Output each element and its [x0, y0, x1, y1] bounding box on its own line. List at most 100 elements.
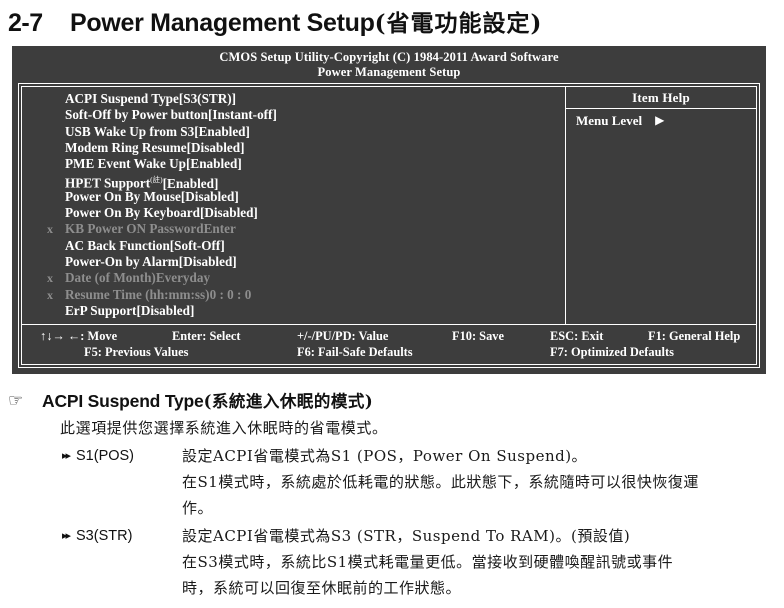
bios-option-value[interactable]: [Enabled] [186, 156, 242, 172]
bios-option-row[interactable]: ACPI Suspend Type [S3(STR)] [22, 91, 565, 107]
key-legend-item: ESC: Exit [550, 329, 604, 343]
bios-option-label: USB Wake Up from S3 [62, 124, 194, 140]
bios-frame-inner: ACPI Suspend Type [S3(STR)] Soft-Off by Po… [21, 86, 757, 365]
item-help-panel: Item Help Menu Level ▶ [565, 87, 756, 324]
bios-option-value[interactable]: Enter [204, 221, 236, 237]
explanation-section: ☞ ACPI Suspend Type(系統進入休眠的模式) 此選項提供您選擇系… [0, 388, 784, 601]
double-arrow-bullet-icon: ▸▸ [62, 530, 71, 542]
key-legend-item: ↑↓→ ←: Move [40, 329, 118, 343]
bios-option-row[interactable]: x Resume Time (hh:mm:ss) 0 : 0 : 0 [22, 287, 565, 303]
key-legend-row-2: F5: Previous Values F6: Fail-Safe Default… [22, 344, 756, 360]
bios-option-label: Modem Ring Resume [62, 140, 187, 156]
bios-screen-name: Power Management Setup [317, 64, 461, 79]
explanation-item-line: 在S1模式時，系統處於低耗電的狀態。此狀態下，系統隨時可以很快恢復運作。 [182, 473, 699, 517]
bios-option-label-text: AC Back Function [65, 237, 170, 253]
explanation-item-text: 設定ACPI省電模式為S1 (POS，Power On Suspend)。在S1… [182, 443, 702, 521]
bios-option-label-text: Power On By Mouse [65, 188, 181, 204]
bios-option-row[interactable]: x KB Power ON Password Enter [22, 221, 565, 237]
bios-body: ACPI Suspend Type [S3(STR)] Soft-Off by Po… [22, 87, 756, 325]
explanation-item-key: S3(STR) [76, 528, 133, 544]
chevron-right-icon: ▶ [655, 113, 665, 127]
bios-option-value[interactable]: [Disabled] [187, 140, 245, 156]
bios-option-row[interactable]: Modem Ring Resume [Disabled] [22, 140, 565, 156]
bios-option-label: Date (of Month) [62, 270, 156, 286]
explanation-item-line: 在S3模式時，系統比S1模式耗電量更低。當接收到硬體喚醒訊號或事件時，系統可以回… [182, 553, 674, 597]
bios-option-label: Power-On by Alarm [62, 254, 179, 270]
bios-option-label-text: Power-On by Alarm [65, 253, 179, 269]
bios-option-label-text: ErP Support [65, 302, 137, 318]
key-legend-item: F10: Save [452, 329, 504, 343]
bios-option-label-text: Power On By Keyboard [65, 205, 200, 221]
explanation-description: 此選項提供您選擇系統進入休眠時的省電模式。 [60, 419, 388, 437]
bios-option-row[interactable]: Power On By Keyboard [Disabled] [22, 205, 565, 221]
bios-option-row[interactable]: Power-On by Alarm [Disabled] [22, 254, 565, 270]
double-arrow-bullet-icon: ▸▸ [62, 450, 71, 462]
page-title-english: Power Management Setup [70, 9, 375, 37]
bios-option-disabled-marker: x [47, 271, 53, 286]
section-number: 2-7 [8, 9, 43, 37]
bios-option-disabled-marker: x [47, 287, 53, 302]
explanation-item-line: 設定ACPI省電模式為S3 (STR，Suspend To RAM)。(預設值) [182, 527, 631, 545]
bios-option-value[interactable]: [Enabled] [194, 124, 250, 140]
bios-option-label: Soft-Off by Power button [62, 107, 208, 123]
bios-option-label-text: PME Event Wake Up [65, 156, 187, 172]
bios-option-label: Power On By Keyboard [62, 205, 200, 221]
bios-option-label: AC Back Function [62, 238, 170, 254]
bios-option-label-text: Soft-Off by Power button [65, 107, 208, 123]
bios-option-label: KB Power ON Password [62, 221, 204, 237]
key-legend-row-1: ↑↓→ ←: Move Enter: Select +/-/PU/PD: Value… [22, 328, 756, 344]
bios-option-label-text: ACPI Suspend Type [65, 91, 179, 106]
bios-option-note-superscript: (註) [150, 175, 163, 185]
bios-option-value[interactable]: [Soft-Off] [170, 238, 225, 254]
key-legend-item: F7: Optimized Defaults [550, 345, 674, 359]
bios-utility-copyright: CMOS Setup Utility-Copyright (C) 1984-20… [219, 50, 559, 64]
menu-level-label: Menu Level [576, 113, 643, 128]
bios-option-row[interactable]: Soft-Off by Power button [Instant-off] [22, 107, 565, 123]
bios-option-row[interactable]: x Date (of Month) Everyday [22, 270, 565, 286]
bios-key-legend: ↑↓→ ←: Move Enter: Select +/-/PU/PD: Value… [22, 325, 756, 364]
bios-option-value[interactable]: [Disabled] [181, 189, 239, 205]
bios-option-value[interactable]: [S3(STR)] [179, 91, 236, 107]
bios-option-label-text: KB Power ON Password [65, 221, 204, 237]
key-legend-item: F1: General Help [648, 329, 741, 343]
bios-setup-screen: CMOS Setup Utility-Copyright (C) 1984-20… [12, 46, 766, 374]
pointing-hand-icon: ☞ [8, 391, 24, 410]
bios-option-row[interactable]: HPET Support(註) [Enabled] [22, 172, 565, 190]
bios-option-value[interactable]: [Disabled] [200, 205, 258, 221]
page-heading: 2-7 Power Management Setup(省電功能設定) [0, 0, 784, 44]
key-legend-item: F5: Previous Values [84, 345, 189, 359]
explanation-item-list: ▸▸ S1(POS) 設定ACPI省電模式為S1 (POS，Power On Sus… [0, 443, 784, 601]
key-legend-item: F6: Fail-Safe Defaults [297, 345, 413, 359]
bios-option-label: ErP Support [62, 303, 136, 319]
explanation-item: ▸▸ S3(STR) 設定ACPI省電模式為S3 (STR，Suspend To R… [0, 523, 784, 601]
explanation-item: ▸▸ S1(POS) 設定ACPI省電模式為S1 (POS，Power On Sus… [0, 443, 784, 521]
menu-level-row: Menu Level ▶ [566, 109, 756, 129]
explanation-item-text: 設定ACPI省電模式為S3 (STR，Suspend To RAM)。(預設值)… [182, 523, 702, 601]
bios-frame-outer: ACPI Suspend Type [S3(STR)] Soft-Off by Po… [18, 83, 760, 368]
bios-option-value[interactable]: 0 : 0 : 0 [210, 287, 252, 303]
bios-option-label-text: USB Wake Up from S3 [65, 123, 195, 139]
bios-option-disabled-marker: x [47, 222, 53, 237]
bios-option-value[interactable]: [Disabled] [179, 254, 237, 270]
bios-option-row[interactable]: USB Wake Up from S3 [Enabled] [22, 124, 565, 140]
explanation-item-line: 設定ACPI省電模式為S1 (POS，Power On Suspend)。 [182, 447, 588, 465]
bios-option-row[interactable]: Power On By Mouse [Disabled] [22, 189, 565, 205]
explanation-item-key: S1(POS) [76, 448, 135, 464]
bios-option-row[interactable]: AC Back Function [Soft-Off] [22, 238, 565, 254]
page-title: Power Management Setup(省電功能設定) [70, 4, 542, 38]
bios-option-value[interactable]: [Disabled] [136, 303, 194, 319]
bios-option-label-text: Resume Time (hh:mm:ss) [65, 286, 210, 302]
explanation-title-chinese: (系統進入休眠的模式) [203, 392, 374, 411]
bios-option-label-text: Modem Ring Resume [65, 139, 187, 155]
item-help-header: Item Help [566, 87, 756, 109]
bios-option-row[interactable]: PME Event Wake Up [Enabled] [22, 156, 565, 172]
key-legend-item: +/-/PU/PD: Value [297, 329, 389, 343]
bios-option-list: ACPI Suspend Type [S3(STR)] Soft-Off by Po… [22, 87, 565, 324]
bios-option-row[interactable]: ErP Support [Disabled] [22, 303, 565, 319]
explanation-heading: ☞ ACPI Suspend Type(系統進入休眠的模式) [0, 388, 784, 415]
page-title-chinese: (省電功能設定) [374, 10, 543, 37]
bios-option-value[interactable]: [Instant-off] [208, 107, 277, 123]
bios-option-value[interactable]: Everyday [156, 270, 210, 286]
bios-option-label: ACPI Suspend Type [62, 91, 179, 107]
key-legend-item: Enter: Select [172, 329, 241, 343]
